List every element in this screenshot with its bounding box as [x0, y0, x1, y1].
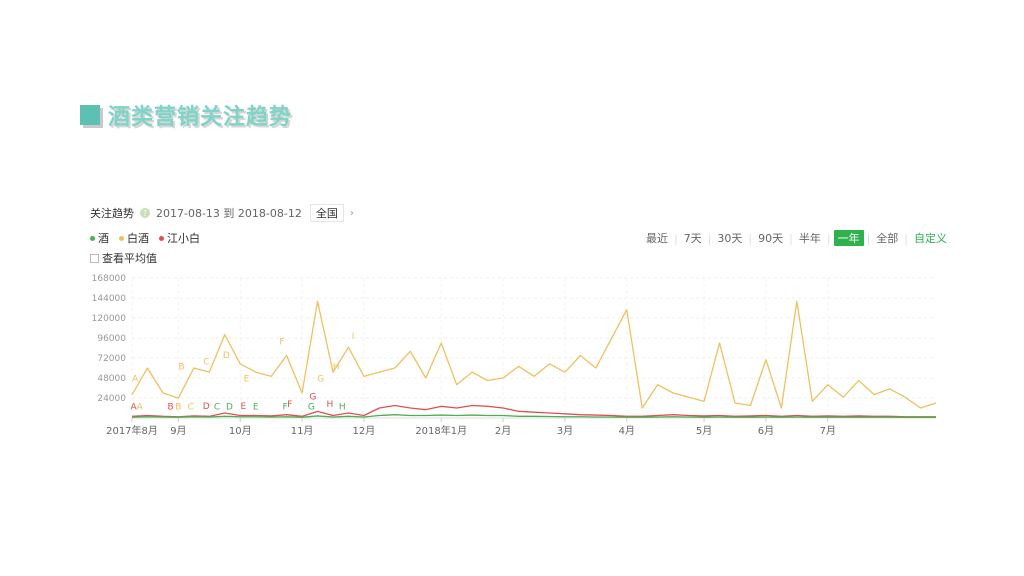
event-marker-label: H [339, 403, 346, 413]
y-tick-label: 24000 [97, 394, 126, 404]
event-marker-label: E [244, 374, 250, 384]
event-marker-label: C [214, 403, 220, 413]
event-marker-label: B [178, 363, 184, 373]
event-marker-label: H [333, 363, 340, 373]
x-tick-label: 3月 [557, 425, 573, 437]
slide-title: 酒类营销关注趋势 [80, 98, 292, 132]
event-marker-label: F [282, 403, 287, 413]
x-tick-label: 7月 [820, 425, 836, 437]
event-marker-label: D [203, 402, 210, 412]
event-marker-label: F [279, 338, 284, 348]
x-tick-label: 9月 [170, 425, 186, 437]
event-marker-label: B [175, 403, 181, 413]
x-tick-label: 2018年1月 [415, 424, 467, 437]
event-marker-label: E [253, 403, 259, 413]
x-tick-label: 4月 [619, 425, 635, 437]
x-tick-label: 2017年8月 [106, 424, 158, 437]
x-tick-label: 5月 [696, 425, 712, 437]
y-tick-label: 168000 [92, 274, 127, 284]
event-marker-label: F [287, 400, 292, 410]
series-line-白酒 [131, 300, 937, 409]
event-marker-label: I [352, 332, 355, 342]
event-marker-label: D [223, 351, 230, 361]
event-marker-label: G [317, 374, 324, 384]
trend-chart: 24000 48000 72000 96000 120000 144000 168000 20… [92, 274, 937, 437]
event-marker-label: A [137, 403, 144, 413]
title-square-icon [80, 105, 100, 125]
event-marker-label: C [188, 403, 194, 413]
event-marker-label: H [327, 400, 334, 410]
y-tick-label: 120000 [92, 314, 127, 324]
event-marker-label: B [168, 403, 174, 413]
y-tick-label: 96000 [97, 334, 126, 344]
x-tick-label: 10月 [229, 425, 252, 437]
slide-title-text: 酒类营销关注趋势 [108, 105, 293, 130]
trend-panel: 关注趋势 ? 2017-08-13 到 2018-08-12 全国 › 酒 白酒… [80, 196, 950, 456]
x-tick-label: 12月 [353, 425, 376, 437]
event-marker-label: A [132, 374, 139, 384]
event-marker-label: D [226, 403, 233, 413]
event-marker-label: E [240, 402, 246, 412]
y-tick-label: 48000 [97, 374, 126, 384]
x-tick-label: 6月 [758, 425, 774, 437]
event-marker-label: C [203, 358, 209, 368]
event-marker-label: G [309, 393, 316, 403]
y-tick-label: 144000 [92, 294, 127, 304]
y-tick-label: 72000 [97, 354, 126, 364]
x-tick-label: 11月 [291, 425, 314, 437]
x-tick-label: 2月 [495, 425, 511, 437]
event-marker-label: G [308, 403, 315, 413]
